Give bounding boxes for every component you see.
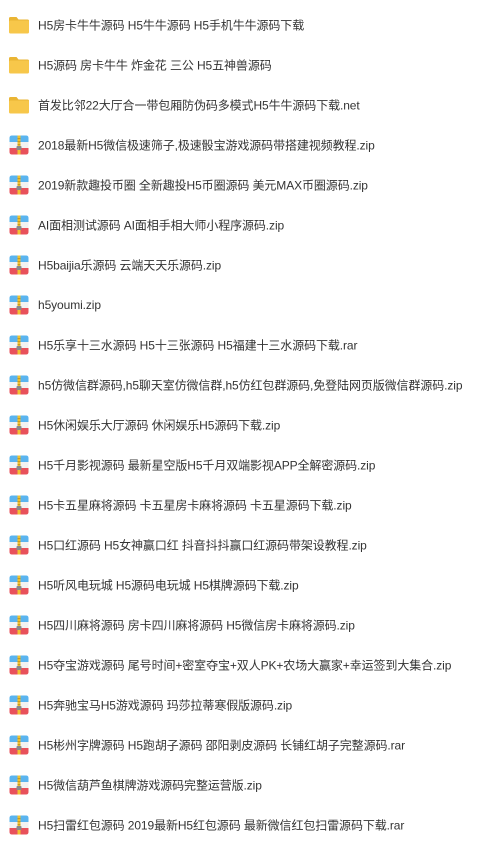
file-row[interactable]: 2018最新H5微信极速筛子,极速骰宝游戏源码带搭建视频教程.zip (0, 125, 494, 165)
archive-icon (8, 454, 30, 476)
file-name: H5乐享十三水源码 H5十三张源码 H5福建十三水源码下载.rar (38, 338, 358, 353)
folder-icon (8, 14, 30, 36)
archive-icon (8, 694, 30, 716)
archive-icon (8, 134, 30, 156)
file-row[interactable]: H5扫雷红包源码 2019最新H5红包源码 最新微信红包扫雷源码下载.rar (0, 805, 494, 845)
archive-icon (8, 254, 30, 276)
file-name: H5卡五星麻将源码 卡五星房卡麻将源码 卡五星源码下载.zip (38, 498, 352, 513)
file-name: H5彬州字牌源码 H5跑胡子源码 邵阳剥皮源码 长铺红胡子完整源码.rar (38, 738, 405, 753)
file-name: H5休闲娱乐大厅源码 休闲娱乐H5源码下载.zip (38, 418, 281, 433)
file-row[interactable]: H5夺宝游戏源码 尾号时间+密室夺宝+双人PK+农场大赢家+幸运签到大集合.zi… (0, 645, 494, 685)
file-row[interactable]: h5youmi.zip (0, 285, 494, 325)
file-list: H5房卡牛牛源码 H5牛牛源码 H5手机牛牛源码下载 H5源码 房卡牛牛 炸金花 … (0, 0, 494, 837)
archive-icon (8, 494, 30, 516)
file-name: H5口红源码 H5女神赢口红 抖音抖抖赢口红源码带架设教程.zip (38, 538, 367, 553)
archive-icon (8, 574, 30, 596)
file-name: 首发比邻22大厅合一带包厢防伪码多模式H5牛牛源码下载.net (38, 98, 360, 113)
file-row[interactable]: H5卡五星麻将源码 卡五星房卡麻将源码 卡五星源码下载.zip (0, 485, 494, 525)
file-row[interactable]: 2019新款趣投币圈 全新趣投H5币圈源码 美元MAX币圈源码.zip (0, 165, 494, 205)
archive-icon (8, 414, 30, 436)
file-name: H5千月影视源码 最新星空版H5千月双端影视APP全解密源码.zip (38, 458, 376, 473)
file-row[interactable]: H5千月影视源码 最新星空版H5千月双端影视APP全解密源码.zip (0, 445, 494, 485)
file-row[interactable]: H5baijia乐源码 云端天天乐源码.zip (0, 245, 494, 285)
file-row[interactable]: H5听风电玩城 H5源码电玩城 H5棋牌源码下载.zip (0, 565, 494, 605)
folder-icon (8, 94, 30, 116)
file-row[interactable]: H5彬州字牌源码 H5跑胡子源码 邵阳剥皮源码 长铺红胡子完整源码.rar (0, 725, 494, 765)
folder-row[interactable]: 首发比邻22大厅合一带包厢防伪码多模式H5牛牛源码下载.net (0, 85, 494, 125)
archive-icon (8, 774, 30, 796)
file-name: H5奔驰宝马H5游戏源码 玛莎拉蒂寒假版源码.zip (38, 698, 293, 713)
archive-icon (8, 214, 30, 236)
archive-icon (8, 814, 30, 836)
file-name: H5四川麻将源码 房卡四川麻将源码 H5微信房卡麻将源码.zip (38, 618, 355, 633)
file-name: 2019新款趣投币圈 全新趣投H5币圈源码 美元MAX币圈源码.zip (38, 178, 368, 193)
folder-icon (8, 54, 30, 76)
file-name: H5baijia乐源码 云端天天乐源码.zip (38, 258, 222, 273)
file-name: AI面相测试源码 AI面相手相大师小程序源码.zip (38, 218, 285, 233)
folder-row[interactable]: H5房卡牛牛源码 H5牛牛源码 H5手机牛牛源码下载 (0, 5, 494, 45)
archive-icon (8, 294, 30, 316)
file-name: H5夺宝游戏源码 尾号时间+密室夺宝+双人PK+农场大赢家+幸运签到大集合.zi… (38, 658, 452, 673)
file-row[interactable]: h5仿微信群源码,h5聊天室仿微信群,h5仿红包群源码,免登陆网页版微信群源码.… (0, 365, 494, 405)
file-row[interactable]: H5乐享十三水源码 H5十三张源码 H5福建十三水源码下载.rar (0, 325, 494, 365)
file-name: 2018最新H5微信极速筛子,极速骰宝游戏源码带搭建视频教程.zip (38, 138, 375, 153)
archive-icon (8, 734, 30, 756)
file-name: H5房卡牛牛源码 H5牛牛源码 H5手机牛牛源码下载 (38, 18, 305, 33)
archive-icon (8, 534, 30, 556)
file-row[interactable]: AI面相测试源码 AI面相手相大师小程序源码.zip (0, 205, 494, 245)
file-name: H5扫雷红包源码 2019最新H5红包源码 最新微信红包扫雷源码下载.rar (38, 818, 405, 833)
file-row[interactable]: H5微信葫芦鱼棋牌游戏源码完整运营版.zip (0, 765, 494, 805)
archive-icon (8, 334, 30, 356)
archive-icon (8, 614, 30, 636)
archive-icon (8, 374, 30, 396)
file-row[interactable]: H5奔驰宝马H5游戏源码 玛莎拉蒂寒假版源码.zip (0, 685, 494, 725)
file-name: h5youmi.zip (38, 298, 101, 312)
file-row[interactable]: H5口红源码 H5女神赢口红 抖音抖抖赢口红源码带架设教程.zip (0, 525, 494, 565)
file-row[interactable]: H5四川麻将源码 房卡四川麻将源码 H5微信房卡麻将源码.zip (0, 605, 494, 645)
file-name: H5听风电玩城 H5源码电玩城 H5棋牌源码下载.zip (38, 578, 299, 593)
archive-icon (8, 654, 30, 676)
file-row[interactable]: H5休闲娱乐大厅源码 休闲娱乐H5源码下载.zip (0, 405, 494, 445)
file-name: H5源码 房卡牛牛 炸金花 三公 H5五神兽源码 (38, 58, 272, 73)
folder-row[interactable]: H5源码 房卡牛牛 炸金花 三公 H5五神兽源码 (0, 45, 494, 85)
file-name: H5微信葫芦鱼棋牌游戏源码完整运营版.zip (38, 778, 262, 793)
file-name: h5仿微信群源码,h5聊天室仿微信群,h5仿红包群源码,免登陆网页版微信群源码.… (38, 378, 463, 393)
archive-icon (8, 174, 30, 196)
